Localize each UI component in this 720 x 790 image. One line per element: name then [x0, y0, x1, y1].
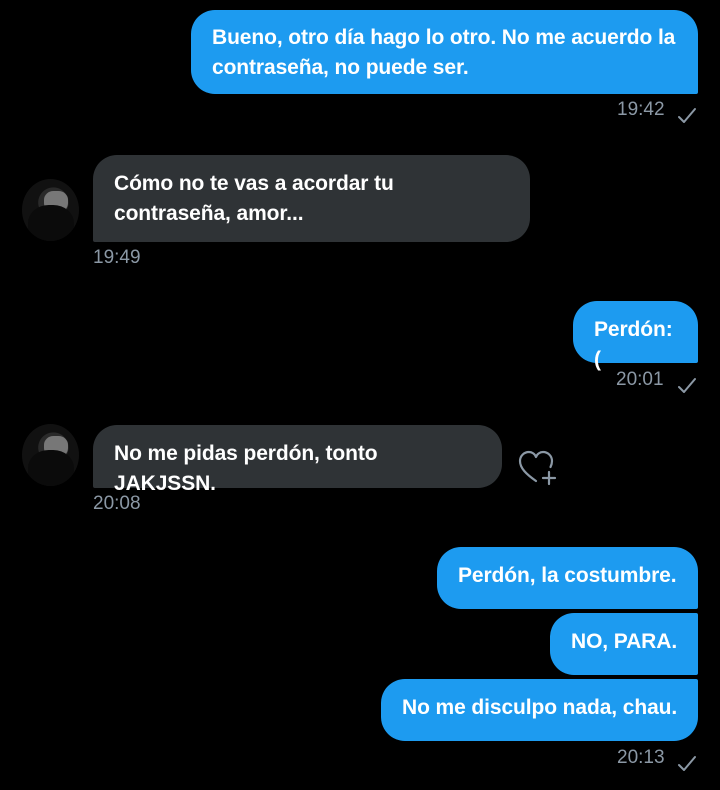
message-timestamp: 20:08 [93, 493, 141, 514]
message-text: Bueno, otro día hago lo otro. No me acue… [212, 26, 676, 79]
checkmark-icon [678, 756, 696, 771]
message-bubble-incoming[interactable]: No me pidas perdón, tonto JAKJSSN. [93, 425, 502, 495]
message-text: Cómo no te vas a acordar tu contraseña, … [114, 172, 394, 225]
message-timestamp: 19:49 [93, 247, 141, 268]
message-text: Perdón:( [594, 318, 673, 371]
contact-avatar[interactable] [22, 424, 79, 486]
message-timestamp: 20:01 [616, 369, 664, 390]
message-text: Perdón, la costumbre. [458, 564, 677, 587]
message-timestamp: 20:13 [617, 747, 665, 768]
message-bubble-outgoing[interactable]: NO, PARA. [550, 613, 698, 675]
message-bubble-incoming[interactable]: Cómo no te vas a acordar tu contraseña, … [93, 155, 530, 242]
checkmark-icon [678, 108, 696, 123]
message-bubble-outgoing[interactable]: No me disculpo nada, chau. [381, 679, 698, 741]
message-bubble-outgoing[interactable]: Bueno, otro día hago lo otro. No me acue… [191, 10, 698, 94]
message-text: No me disculpo nada, chau. [402, 696, 678, 719]
heart-add-icon[interactable] [518, 450, 558, 486]
contact-avatar[interactable] [22, 179, 79, 241]
message-text: No me pidas perdón, tonto JAKJSSN. [114, 442, 378, 495]
message-bubble-outgoing[interactable]: Perdón, la costumbre. [437, 547, 698, 609]
message-bubble-outgoing[interactable]: Perdón:( [573, 301, 698, 371]
checkmark-icon [678, 378, 696, 393]
message-timestamp: 19:42 [617, 99, 665, 120]
message-text: NO, PARA. [571, 630, 678, 653]
